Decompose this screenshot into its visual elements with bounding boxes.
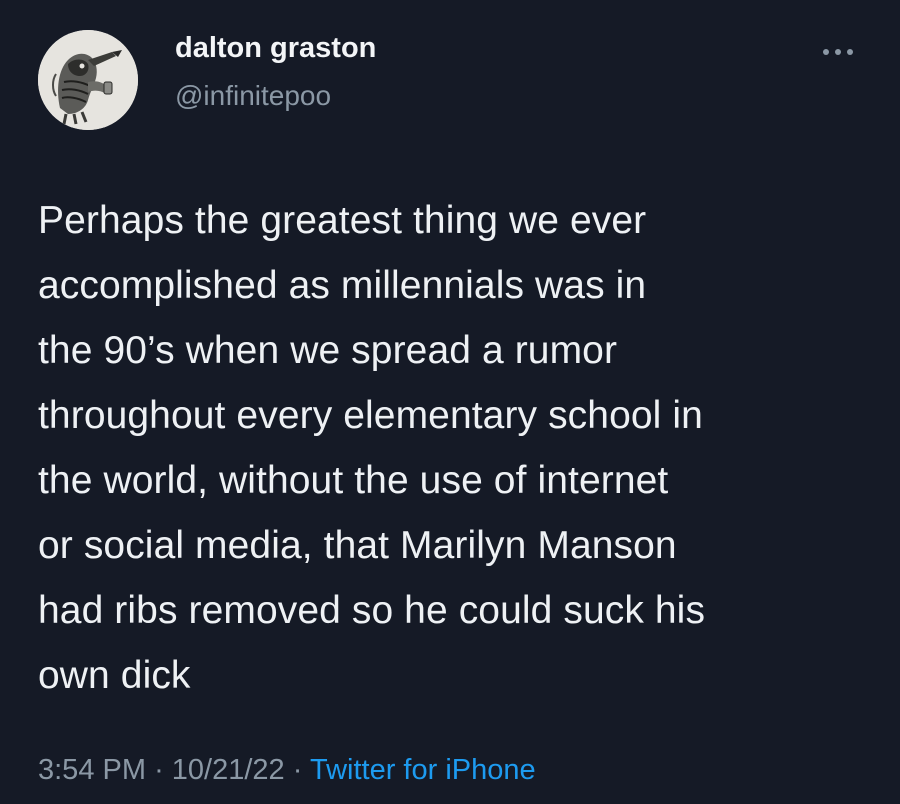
avatar[interactable] — [38, 30, 138, 130]
author-display-name[interactable]: dalton graston — [175, 32, 376, 65]
tweet-text-line: or social media, that Marilyn Manson — [38, 524, 677, 567]
tweet-date[interactable]: 10/21/22 — [172, 754, 285, 786]
tweet-source-link[interactable]: Twitter for iPhone — [310, 754, 536, 786]
tweet-text-line: accomplished as millennials was in — [38, 264, 647, 307]
tweet-card: dalton graston @infinitepoo Perhaps the … — [0, 0, 900, 804]
tweet-metadata: 3:54 PM · 10/21/22 · Twitter for iPhone — [38, 754, 536, 787]
tweet-text-line: the world, without the use of internet — [38, 459, 669, 502]
tweet-text-line: own dick — [38, 654, 191, 697]
meta-separator: · — [154, 754, 164, 786]
more-horizontal-icon — [823, 49, 853, 55]
more-options-button[interactable] — [820, 44, 856, 60]
tweet-text: Perhaps the greatest thing we ever accom… — [38, 188, 868, 708]
avatar-illustration-icon — [38, 30, 138, 130]
tweet-time[interactable]: 3:54 PM — [38, 754, 146, 786]
tweet-text-line: throughout every elementary school in — [38, 394, 703, 437]
author-handle[interactable]: @infinitepoo — [175, 80, 331, 112]
meta-separator: · — [292, 754, 303, 786]
tweet-text-line: the 90’s when we spread a rumor — [38, 329, 618, 372]
tweet-text-line: had ribs removed so he could suck his — [38, 589, 706, 632]
tweet-text-line: Perhaps the greatest thing we ever — [38, 199, 647, 242]
